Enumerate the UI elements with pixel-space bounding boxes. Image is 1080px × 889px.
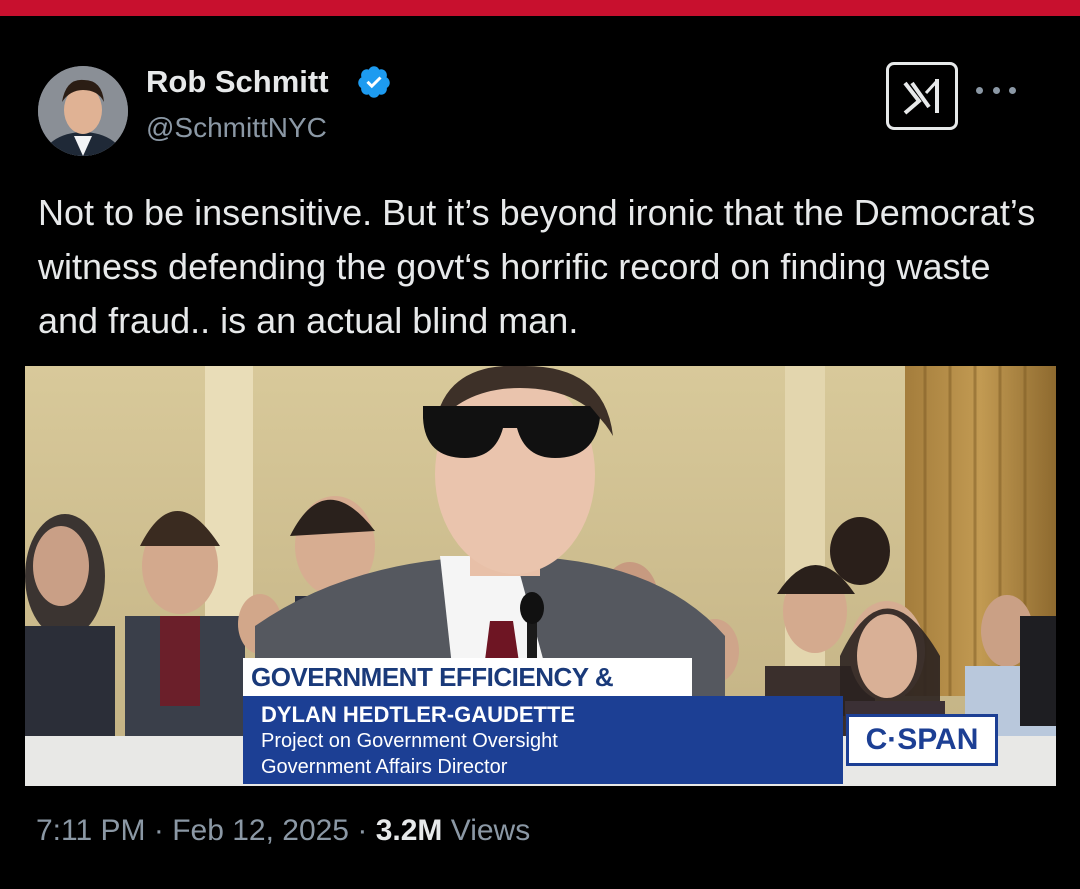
cspan-logo: C·SPAN (846, 714, 998, 766)
views-count[interactable]: 3.2M (376, 814, 443, 847)
tweet-text: Not to be insensitive. But it’s beyond i… (38, 192, 1036, 341)
separator: · (153, 814, 164, 847)
tweet-date[interactable]: Feb 12, 2025 (172, 814, 349, 847)
more-dots-icon (976, 86, 983, 94)
top-accent-bar (0, 0, 1080, 16)
verified-badge-icon (358, 66, 390, 98)
chyron-role: Government Affairs Director (261, 756, 508, 778)
separator: · (357, 814, 368, 847)
chyron-name: DYLAN HEDTLER-GAUDETTE (261, 702, 576, 727)
tweet-time[interactable]: 7:11 PM (36, 814, 146, 847)
chyron-organization: Project on Government Oversight (261, 730, 558, 752)
tweet-metadata: 7:11 PM · Feb 12, 2025 · 3.2M Views (36, 814, 530, 848)
chyron-title: GOVERNMENT EFFICIENCY & WASTE (243, 658, 692, 730)
avatar-image (38, 66, 128, 156)
views-label: Views (450, 814, 531, 847)
chyron-body: DYLAN HEDTLER-GAUDETTE Project on Govern… (243, 696, 843, 784)
x-ai-logo-icon (903, 79, 939, 115)
author-handle[interactable]: @SchmittNYC (146, 112, 327, 144)
more-options-button[interactable] (976, 78, 1016, 102)
avatar[interactable] (38, 66, 128, 156)
grok-button[interactable] (886, 62, 958, 130)
author-display-name[interactable]: Rob Schmitt (146, 64, 329, 100)
